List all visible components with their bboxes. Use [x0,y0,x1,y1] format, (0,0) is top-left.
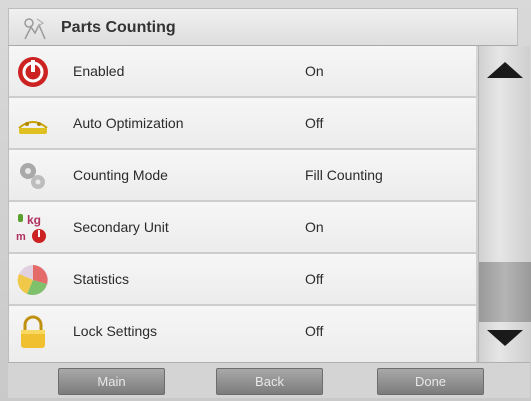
power-icon [18,57,48,87]
scrollbar[interactable] [478,46,531,362]
back-button[interactable]: Back [216,368,323,395]
setting-label: Secondary Unit [73,219,169,235]
setting-value: Off [305,323,324,339]
setting-value: Off [305,271,324,287]
setting-value: Off [305,115,324,131]
setting-row-secondary-unit[interactable]: kg m Secondary Unit On [9,202,476,254]
page-title: Parts Counting [61,19,176,36]
scale-optimize-icon [18,121,48,134]
settings-list: Enabled On Auto Optimization Off Countin… [8,46,476,362]
setting-row-statistics[interactable]: Statistics Off [9,254,476,306]
scroll-up-button[interactable] [479,46,531,94]
setting-row-counting-mode[interactable]: Counting Mode Fill Counting [9,150,476,202]
triangle-up-icon [487,62,523,78]
parts-counting-screen: Parts Counting Enabled On Auto Optimizat… [0,0,531,401]
setting-label: Enabled [73,63,125,79]
kg-unit-icon: kg m [16,213,46,243]
setting-row-enabled[interactable]: Enabled On [9,46,476,98]
setting-label: Statistics [73,271,130,287]
setting-label: Auto Optimization [73,115,184,131]
gears-icon [20,163,45,189]
setting-row-lock-settings[interactable]: Lock Settings Off [9,306,476,362]
setting-row-auto-optimization[interactable]: Auto Optimization Off [9,98,476,150]
setting-label: Counting Mode [73,167,168,183]
parts-counting-icon [24,18,46,40]
padlock-icon [21,315,45,348]
svg-text:kg: kg [27,213,41,227]
svg-text:m: m [16,231,26,243]
pie-chart-icon [17,265,48,296]
setting-label: Lock Settings [73,323,158,339]
setting-value: Fill Counting [305,167,383,183]
setting-value: On [305,63,324,79]
scroll-thumb[interactable] [479,262,531,322]
triangle-down-icon [487,330,523,346]
scroll-down-button[interactable] [479,314,531,362]
bottom-nav-bar: Main Back Done [8,362,530,398]
title-bar: Parts Counting [8,8,518,46]
main-button[interactable]: Main [58,368,165,395]
setting-value: On [305,219,324,235]
done-button[interactable]: Done [377,368,484,395]
